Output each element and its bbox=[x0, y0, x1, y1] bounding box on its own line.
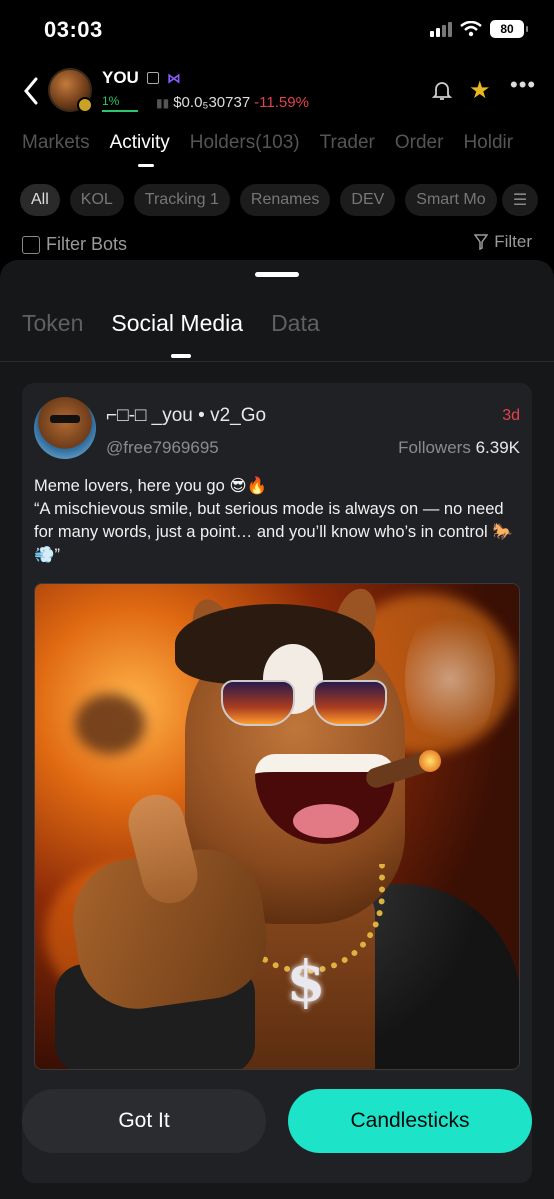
author-name: ⌐□-□ _you • v2_Go bbox=[106, 405, 267, 426]
star-icon[interactable]: ★ bbox=[469, 76, 491, 105]
tab-data[interactable]: Data bbox=[271, 310, 320, 337]
debris-shape bbox=[75, 694, 145, 754]
tab-trader[interactable]: Trader bbox=[320, 132, 375, 154]
dollar-pendant-icon: $ bbox=[286, 949, 326, 1015]
got-it-button[interactable]: Got It bbox=[22, 1089, 266, 1153]
bottom-sheet: Token Social Media Data ⌐□-□ _you • v2_G… bbox=[0, 260, 554, 1199]
tab-markets[interactable]: Markets bbox=[22, 132, 90, 154]
divider bbox=[0, 361, 554, 362]
token-avatar[interactable] bbox=[48, 68, 93, 113]
back-button[interactable] bbox=[18, 76, 44, 106]
tongue-shape bbox=[293, 804, 359, 838]
post-text: Meme lovers, here you go 😎🔥 “A mischievo… bbox=[34, 475, 520, 567]
tab-social-media[interactable]: Social Media bbox=[111, 310, 243, 358]
chevron-left-icon bbox=[24, 77, 38, 105]
tab-order[interactable]: Order bbox=[395, 132, 444, 154]
status-icons: 80 bbox=[430, 20, 528, 38]
filter-bots[interactable]: Filter Bots bbox=[22, 234, 127, 255]
filter-label: Filter bbox=[494, 232, 532, 251]
social-post-card: ⌐□-□ _you • v2_Go @free7969695 3d Follow… bbox=[22, 383, 532, 1183]
bell-icon[interactable] bbox=[430, 78, 454, 102]
filter-bots-checkbox[interactable] bbox=[22, 235, 40, 254]
sheet-grabber[interactable] bbox=[255, 272, 299, 277]
holder-percent: 1% bbox=[102, 94, 138, 112]
chip-smart-money[interactable]: Smart Mo bbox=[405, 184, 497, 216]
battery-level: 80 bbox=[500, 22, 514, 36]
smoke-shape bbox=[405, 604, 495, 754]
chip-all[interactable]: All bbox=[20, 184, 60, 216]
tab-holders[interactable]: Holders(103) bbox=[190, 132, 300, 154]
author-handle[interactable]: @free7969695 bbox=[106, 438, 219, 458]
cigar-tip-shape bbox=[419, 750, 441, 772]
butterfly-icon[interactable]: ⋈ bbox=[167, 70, 181, 87]
volume-icon: ▮▮ bbox=[156, 95, 170, 110]
tab-token[interactable]: Token bbox=[22, 310, 83, 337]
sliders-icon[interactable]: ☰ bbox=[502, 184, 538, 216]
chip-tracking[interactable]: Tracking 1 bbox=[133, 184, 230, 216]
token-header: YOU ⋈ 1% ▮▮ $0.0₅30737 -11.59% ★ ••• bbox=[0, 62, 554, 122]
main-tabs: Markets Activity Holders(103) Trader Ord… bbox=[22, 132, 513, 167]
price-change: -11.59% bbox=[254, 94, 309, 111]
tab-holdings[interactable]: Holdir bbox=[463, 132, 513, 154]
sheet-tabs: Token Social Media Data bbox=[22, 310, 320, 358]
post-text-line-2: “A mischievous smile, but serious mode i… bbox=[34, 500, 513, 564]
copy-icon[interactable] bbox=[146, 72, 159, 84]
token-name-row: YOU ⋈ bbox=[102, 68, 181, 88]
sunglasses-shape bbox=[221, 680, 391, 726]
filter-bots-label: Filter Bots bbox=[46, 234, 128, 254]
author-avatar[interactable] bbox=[34, 397, 96, 459]
followers: Followers 6.39K bbox=[398, 438, 520, 458]
price-row: ▮▮ $0.0₅30737 -11.59% bbox=[156, 94, 309, 111]
filter-chips: All KOL Tracking 1 Renames DEV Smart Mo bbox=[20, 184, 497, 216]
status-time: 03:03 bbox=[44, 17, 103, 42]
followers-count: 6.39K bbox=[475, 438, 520, 457]
token-price: $0.0₅30737 bbox=[173, 94, 251, 111]
filter-button[interactable]: Filter bbox=[474, 232, 532, 252]
post-image[interactable]: $ bbox=[34, 583, 520, 1070]
followers-label: Followers bbox=[398, 438, 471, 457]
signal-icon bbox=[430, 21, 452, 37]
funnel-icon bbox=[474, 234, 489, 250]
tab-activity[interactable]: Activity bbox=[110, 132, 170, 167]
post-age: 3d bbox=[502, 407, 520, 424]
status-bar: 03:03 80 bbox=[0, 0, 554, 60]
battery-icon: 80 bbox=[490, 20, 528, 38]
token-name: YOU bbox=[102, 68, 139, 87]
chip-renames[interactable]: Renames bbox=[239, 184, 331, 216]
chip-dev[interactable]: DEV bbox=[340, 184, 396, 216]
avatar-glasses bbox=[50, 415, 80, 423]
wifi-icon bbox=[460, 21, 482, 37]
candlesticks-button[interactable]: Candlesticks bbox=[288, 1089, 532, 1153]
chain-badge-icon bbox=[77, 97, 93, 113]
post-text-line-1: Meme lovers, here you go 😎🔥 bbox=[34, 477, 268, 495]
chip-kol[interactable]: KOL bbox=[69, 184, 124, 216]
more-icon[interactable]: ••• bbox=[510, 72, 536, 98]
